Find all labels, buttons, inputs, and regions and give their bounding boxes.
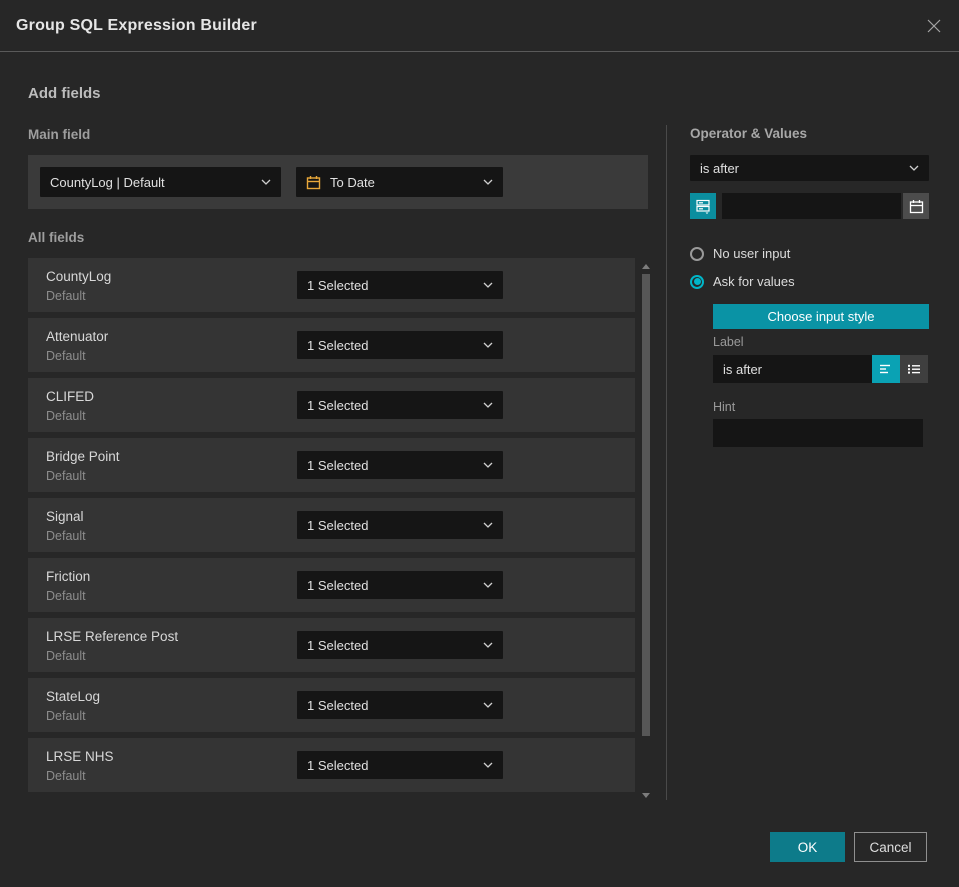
radio-no-user-input-label: No user input: [713, 246, 791, 261]
scrollbar-thumb[interactable]: [642, 274, 650, 736]
field-name: Attenuator: [46, 329, 109, 344]
field-row: CLIFED Default 1 Selected: [28, 378, 635, 432]
date-value-input[interactable]: [722, 193, 901, 219]
chevron-down-icon: [483, 462, 493, 468]
main-field-select-value: CountyLog | Default: [50, 174, 165, 190]
field-selected-dropdown[interactable]: 1 Selected: [297, 391, 503, 419]
radio-circle-icon: [690, 246, 704, 261]
hint-input[interactable]: [713, 419, 923, 447]
radio-no-user-input[interactable]: No user input: [690, 246, 790, 261]
scroll-down-arrow-icon[interactable]: [642, 793, 650, 798]
list-scrollbar[interactable]: [641, 258, 651, 802]
field-selected-value: 1 Selected: [307, 517, 369, 533]
panel-divider: [666, 125, 667, 800]
main-field-select[interactable]: CountyLog | Default: [40, 167, 281, 197]
field-row: Friction Default 1 Selected: [28, 558, 635, 612]
field-selected-value: 1 Selected: [307, 457, 369, 473]
field-selected-dropdown[interactable]: 1 Selected: [297, 451, 503, 479]
hint-field-label: Hint: [713, 400, 736, 414]
field-selected-dropdown[interactable]: 1 Selected: [297, 751, 503, 779]
label-input-row: [713, 355, 929, 383]
calendar-icon: [306, 175, 321, 190]
field-subtitle: Default: [46, 529, 86, 543]
all-fields-heading: All fields: [28, 230, 85, 245]
field-selected-value: 1 Selected: [307, 637, 369, 653]
field-selected-value: 1 Selected: [307, 757, 369, 773]
single-line-input-style-button[interactable]: [872, 355, 900, 383]
value-input-row: [690, 193, 929, 219]
field-row: LRSE NHS Default 1 Selected: [28, 738, 635, 792]
field-selected-dropdown[interactable]: 1 Selected: [297, 631, 503, 659]
main-field-heading: Main field: [28, 127, 91, 142]
operator-select[interactable]: is after: [690, 155, 929, 181]
calendar-picker-button[interactable]: [903, 193, 929, 219]
field-type-select-value: To Date: [330, 174, 375, 190]
field-subtitle: Default: [46, 709, 86, 723]
cancel-button[interactable]: Cancel: [854, 832, 927, 862]
field-name: Signal: [46, 509, 84, 524]
field-selected-value: 1 Selected: [307, 577, 369, 593]
field-selected-value: 1 Selected: [307, 697, 369, 713]
field-name: CLIFED: [46, 389, 95, 404]
field-subtitle: Default: [46, 289, 86, 303]
chevron-down-icon: [483, 582, 493, 588]
all-fields-list: CountyLog Default 1 Selected Attenuator …: [28, 258, 635, 798]
field-selected-value: 1 Selected: [307, 277, 369, 293]
list-input-style-button[interactable]: [900, 355, 928, 383]
chevron-down-icon: [483, 402, 493, 408]
choose-input-style-button[interactable]: Choose input style: [713, 304, 929, 329]
field-name: Friction: [46, 569, 91, 584]
field-row: StateLog Default 1 Selected: [28, 678, 635, 732]
field-subtitle: Default: [46, 469, 86, 483]
chevron-down-icon: [483, 642, 493, 648]
field-subtitle: Default: [46, 349, 86, 363]
field-selected-dropdown[interactable]: 1 Selected: [297, 271, 503, 299]
chevron-down-icon: [483, 342, 493, 348]
field-name: LRSE NHS: [46, 749, 114, 764]
add-fields-heading: Add fields: [28, 85, 101, 102]
chevron-down-icon: [483, 762, 493, 768]
field-selected-value: 1 Selected: [307, 397, 369, 413]
field-selected-dropdown[interactable]: 1 Selected: [297, 691, 503, 719]
ok-button[interactable]: OK: [770, 832, 845, 862]
chevron-down-icon: [483, 522, 493, 528]
field-row: Bridge Point Default 1 Selected: [28, 438, 635, 492]
field-subtitle: Default: [46, 649, 86, 663]
field-row: LRSE Reference Post Default 1 Selected: [28, 618, 635, 672]
field-selected-dropdown[interactable]: 1 Selected: [297, 571, 503, 599]
chevron-down-icon: [909, 165, 919, 171]
radio-ask-for-values[interactable]: Ask for values: [690, 274, 795, 289]
dialog-titlebar: Group SQL Expression Builder: [0, 0, 959, 52]
label-field-label: Label: [713, 335, 744, 349]
radio-ask-for-values-label: Ask for values: [713, 274, 795, 289]
chevron-down-icon: [483, 282, 493, 288]
group-sql-expression-builder-dialog: Group SQL Expression Builder Add fields …: [0, 0, 959, 887]
operator-values-heading: Operator & Values: [690, 126, 808, 141]
label-input[interactable]: [713, 355, 872, 383]
stacked-values-button[interactable]: [690, 193, 716, 219]
radio-circle-icon: [690, 274, 704, 289]
field-name: CountyLog: [46, 269, 112, 284]
field-selected-dropdown[interactable]: 1 Selected: [297, 511, 503, 539]
field-name: LRSE Reference Post: [46, 629, 179, 644]
close-icon[interactable]: [923, 15, 945, 37]
field-subtitle: Default: [46, 589, 86, 603]
scroll-up-arrow-icon[interactable]: [642, 264, 650, 269]
field-row: Attenuator Default 1 Selected: [28, 318, 635, 372]
chevron-down-icon: [261, 179, 271, 185]
field-selected-value: 1 Selected: [307, 337, 369, 353]
chevron-down-icon: [483, 179, 493, 185]
chevron-down-icon: [483, 702, 493, 708]
field-name: StateLog: [46, 689, 101, 704]
operator-select-value: is after: [700, 160, 740, 176]
field-type-select[interactable]: To Date: [296, 167, 503, 197]
field-selected-dropdown[interactable]: 1 Selected: [297, 331, 503, 359]
field-subtitle: Default: [46, 409, 86, 423]
field-row: CountyLog Default 1 Selected: [28, 258, 635, 312]
field-row: Signal Default 1 Selected: [28, 498, 635, 552]
field-name: Bridge Point: [46, 449, 120, 464]
dialog-title: Group SQL Expression Builder: [16, 16, 257, 34]
main-field-bar: CountyLog | Default To Date: [28, 155, 648, 209]
field-subtitle: Default: [46, 769, 86, 783]
